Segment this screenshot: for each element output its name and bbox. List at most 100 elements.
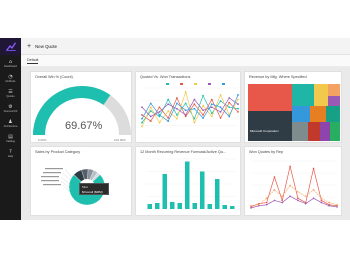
data-point <box>336 203 338 206</box>
data-point <box>228 115 231 118</box>
treemap-block[interactable] <box>328 84 340 96</box>
data-point <box>167 98 170 101</box>
data-point <box>328 201 330 204</box>
card-recurring[interactable]: 12 Month Recurring Revenue Forecast/Acti… <box>135 146 241 216</box>
tooltip-title: Misc <box>82 185 89 189</box>
sidebar-item-label: Quotes <box>6 95 15 98</box>
data-point <box>312 189 315 191</box>
data-point <box>237 98 239 101</box>
logo-icon <box>5 42 16 51</box>
treemap-block[interactable] <box>292 84 314 106</box>
treemap-block[interactable]: Microsoft Corporation <box>248 111 292 141</box>
data-point <box>237 110 239 113</box>
card-title: Revenue by Mfg. Where Specified <box>249 75 307 79</box>
data-point <box>237 94 239 96</box>
bar <box>222 205 227 209</box>
data-point <box>304 202 307 205</box>
data-point <box>158 114 161 116</box>
data-point <box>281 201 284 204</box>
bar <box>162 174 167 209</box>
gauge-value: 69.67% <box>65 120 103 132</box>
data-point <box>176 97 178 99</box>
legend-swatch <box>180 83 183 85</box>
data-point <box>219 117 222 119</box>
data-point <box>289 195 291 197</box>
legend-swatch <box>222 83 225 85</box>
bar <box>170 202 175 209</box>
data-point <box>149 115 152 118</box>
slice-label <box>41 180 59 182</box>
sidebar-item-catalog[interactable]: ▤ Catalog <box>0 134 21 150</box>
data-point <box>202 104 204 107</box>
data-point <box>265 201 268 204</box>
series-line <box>141 97 239 117</box>
data-point <box>158 106 161 109</box>
pie-tooltip: Misc $Overall ($MM) <box>79 183 109 195</box>
card-won-quotes[interactable]: Won Quotes by Rep <box>244 146 342 216</box>
card-win-pct[interactable]: Overall Win % (Count) 69.67% 0.00% 100.0… <box>30 71 132 143</box>
treemap-block[interactable] <box>248 84 292 111</box>
treemap-block[interactable] <box>320 122 330 141</box>
bar <box>147 204 152 209</box>
tab-default[interactable]: Default <box>27 58 39 64</box>
treemap-block[interactable] <box>292 106 310 122</box>
series-line <box>141 90 239 127</box>
card-revenue-mfg[interactable]: Revenue by Mfg. Where Specified Microsof… <box>244 71 342 143</box>
treemap-block[interactable] <box>330 122 340 141</box>
legend-swatch <box>194 83 197 85</box>
legend-swatch <box>166 83 169 85</box>
treemap-block[interactable] <box>314 84 328 106</box>
data-point <box>219 110 222 113</box>
sidebar-item-netsuite[interactable]: ◔ NetSuite <box>0 74 21 90</box>
data-point <box>141 106 143 109</box>
data-point <box>297 191 299 193</box>
treemap-block[interactable] <box>326 106 340 122</box>
sidebar-item-quotes[interactable]: ☰ Quotes <box>0 89 21 105</box>
won-quotes-chart <box>250 160 338 210</box>
data-point <box>184 90 187 93</box>
header-bar: + New Quote <box>21 38 350 55</box>
sidebar-item-help[interactable]: ? Help <box>0 149 21 165</box>
bar <box>230 206 235 209</box>
data-point <box>320 197 323 200</box>
slice-label <box>43 172 61 174</box>
card-quoted-won[interactable]: Quoted Vs. Won Transactions <box>135 71 241 143</box>
data-point <box>141 114 143 116</box>
treemap-block[interactable] <box>292 122 308 141</box>
data-point <box>184 102 187 105</box>
gauge-max-label: 100.00% <box>114 138 126 142</box>
app-logo[interactable] <box>0 38 21 55</box>
data-point <box>193 121 196 124</box>
sidebar-item-dashboard[interactable]: ⌂ Dashboard <box>0 59 21 75</box>
plus-icon[interactable]: + <box>27 43 31 50</box>
data-point <box>312 197 315 200</box>
sidebar: ⌂ Dashboard ◔ NetSuite ☰ Quotes ⚙ Source… <box>0 55 21 220</box>
sidebar-item-sources[interactable]: ⚙ Sources/CS <box>0 104 21 120</box>
data-point <box>228 97 231 99</box>
card-sales-category[interactable]: Sales by Product Category Misc $Overall … <box>30 146 132 216</box>
data-point <box>202 117 204 119</box>
treemap-block[interactable] <box>328 96 340 106</box>
sidebar-item-label: Catalog <box>6 140 15 143</box>
data-point <box>297 199 299 202</box>
data-point <box>149 102 152 105</box>
data-point <box>176 114 178 116</box>
data-point <box>320 199 323 202</box>
data-point <box>176 102 178 105</box>
data-point <box>237 103 239 106</box>
treemap-block[interactable] <box>310 106 326 122</box>
treemap-block-label: Microsoft Corporation <box>250 129 279 133</box>
sidebar-item-architecture[interactable]: ♟ Architecture <box>0 119 21 135</box>
data-point <box>250 205 252 207</box>
tooltip-value: $Overall ($MM) <box>82 190 103 194</box>
data-point <box>265 203 268 206</box>
data-point <box>289 165 291 168</box>
data-point <box>336 206 338 208</box>
data-point <box>202 94 204 97</box>
data-point <box>141 121 143 124</box>
data-point <box>228 101 231 104</box>
data-point <box>297 197 299 200</box>
data-point <box>210 103 213 106</box>
data-point <box>149 106 152 109</box>
treemap-block[interactable] <box>308 122 320 141</box>
